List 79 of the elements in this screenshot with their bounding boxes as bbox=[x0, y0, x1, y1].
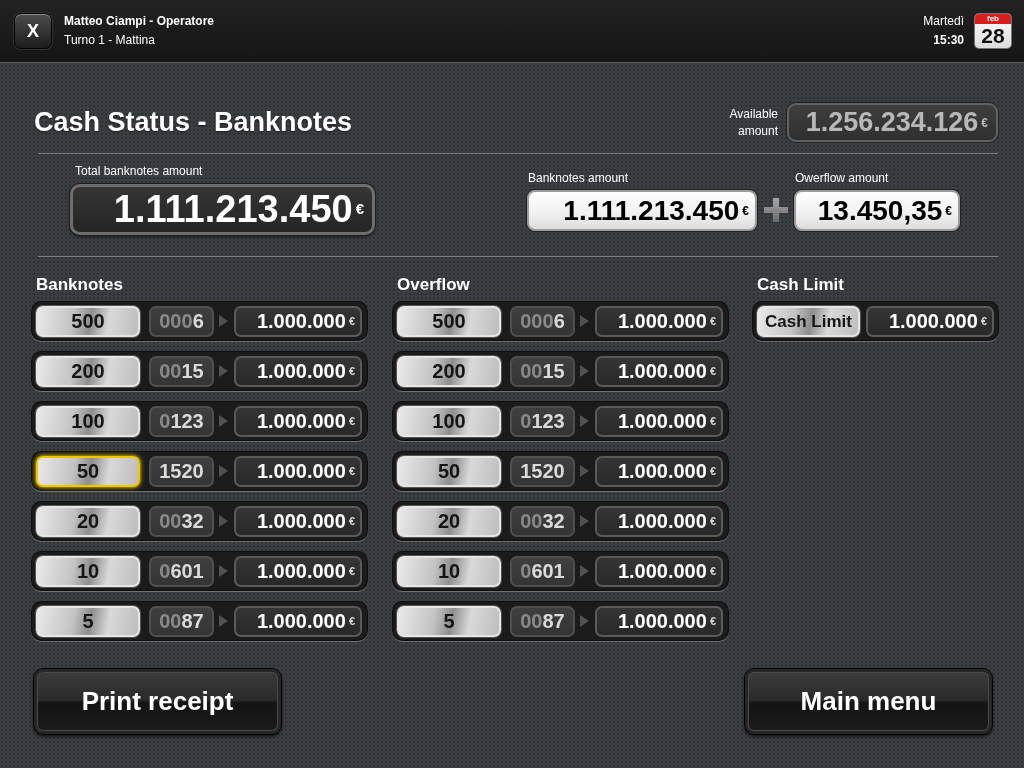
arrow-icon bbox=[580, 565, 589, 577]
denomination-button[interactable]: 10 bbox=[36, 555, 140, 587]
count-readout: 0032 bbox=[510, 505, 575, 537]
arrow-icon bbox=[580, 615, 589, 627]
count-readout: 0032 bbox=[149, 505, 214, 537]
arrow-icon bbox=[580, 315, 589, 327]
denomination-button[interactable]: 100 bbox=[36, 405, 140, 437]
arrow-icon bbox=[580, 365, 589, 377]
section-heading: Banknotes bbox=[36, 275, 124, 295]
plus-icon bbox=[764, 198, 788, 222]
amount-readout: 1.000.000€ bbox=[234, 555, 362, 587]
total-amount-readout: 1.111.213.450€ bbox=[70, 184, 375, 235]
denomination-button[interactable]: 5 bbox=[36, 605, 140, 637]
count-readout: 1520 bbox=[149, 455, 214, 487]
arrow-icon bbox=[219, 515, 228, 527]
denomination-button[interactable]: 50 bbox=[397, 455, 501, 487]
arrow-icon bbox=[219, 615, 228, 627]
amount-readout: 1.000.000€ bbox=[595, 605, 723, 637]
denomination-button[interactable]: 20 bbox=[397, 505, 501, 537]
denomination-button[interactable]: 50 bbox=[36, 455, 140, 487]
denomination-button[interactable]: 20 bbox=[36, 505, 140, 537]
shift-label: Turno 1 - Mattina bbox=[64, 32, 156, 49]
amount-readout: 1.000.000€ bbox=[595, 355, 723, 387]
banknotes-amount-label: Banknotes amount bbox=[528, 171, 630, 185]
count-readout: 0123 bbox=[510, 405, 575, 437]
denomination-button[interactable]: 500 bbox=[36, 305, 140, 337]
count-readout: 0087 bbox=[510, 605, 575, 637]
count-readout: 0601 bbox=[149, 555, 214, 587]
arrow-icon bbox=[580, 465, 589, 477]
arrow-icon bbox=[219, 315, 228, 327]
count-readout: 0015 bbox=[510, 355, 575, 387]
amount-readout: 1.000.000€ bbox=[595, 555, 723, 587]
limit-amount-readout: 1.000.000€ bbox=[866, 305, 994, 337]
operator-name: Matteo Ciampi - Operatore bbox=[64, 13, 215, 30]
denomination-button[interactable]: 200 bbox=[397, 355, 501, 387]
close-button[interactable]: X bbox=[14, 13, 52, 49]
count-readout: 0123 bbox=[149, 405, 214, 437]
available-amount-readout: 1.256.234.126€ bbox=[787, 103, 998, 142]
count-readout: 0006 bbox=[149, 305, 214, 337]
amount-readout: 1.000.000€ bbox=[234, 455, 362, 487]
print-receipt-button[interactable]: Print receipt bbox=[33, 668, 282, 735]
available-amount-label: Available amount bbox=[728, 105, 778, 140]
denomination-button[interactable]: 10 bbox=[397, 555, 501, 587]
amount-readout: 1.000.000€ bbox=[595, 455, 723, 487]
arrow-icon bbox=[580, 415, 589, 427]
count-readout: 0006 bbox=[510, 305, 575, 337]
section-heading: Cash Limit bbox=[757, 275, 845, 295]
total-amount-label: Total banknotes amount bbox=[75, 164, 204, 178]
main-menu-button[interactable]: Main menu bbox=[744, 668, 993, 735]
count-readout: 0015 bbox=[149, 355, 214, 387]
count-readout: 0601 bbox=[510, 555, 575, 587]
cash-limit-button[interactable]: Cash Limit bbox=[757, 305, 860, 337]
section-heading: Overflow bbox=[397, 275, 471, 295]
calendar-date: feb 28 bbox=[975, 14, 1011, 48]
denomination-button[interactable]: 100 bbox=[397, 405, 501, 437]
time-label: 15:30 bbox=[932, 32, 964, 49]
overflow-amount-label: Owerflow amount bbox=[795, 171, 890, 185]
denomination-button[interactable]: 200 bbox=[36, 355, 140, 387]
arrow-icon bbox=[219, 365, 228, 377]
arrow-icon bbox=[219, 465, 228, 477]
amount-readout: 1.000.000€ bbox=[595, 405, 723, 437]
arrow-icon bbox=[219, 565, 228, 577]
amount-readout: 1.000.000€ bbox=[234, 505, 362, 537]
arrow-icon bbox=[219, 415, 228, 427]
amount-readout: 1.000.000€ bbox=[234, 305, 362, 337]
banknotes-amount-readout: 1.111.213.450€ bbox=[527, 190, 757, 231]
weekday-label: Martedì bbox=[923, 13, 964, 30]
denomination-button[interactable]: 5 bbox=[397, 605, 501, 637]
count-readout: 1520 bbox=[510, 455, 575, 487]
overflow-amount-readout: 13.450,35€ bbox=[794, 190, 960, 231]
denomination-button[interactable]: 500 bbox=[397, 305, 501, 337]
amount-readout: 1.000.000€ bbox=[234, 605, 362, 637]
amount-readout: 1.000.000€ bbox=[234, 405, 362, 437]
arrow-icon bbox=[580, 515, 589, 527]
amount-readout: 1.000.000€ bbox=[595, 305, 723, 337]
amount-readout: 1.000.000€ bbox=[595, 505, 723, 537]
amount-readout: 1.000.000€ bbox=[234, 355, 362, 387]
count-readout: 0087 bbox=[149, 605, 214, 637]
page-title: Cash Status - Banknotes bbox=[34, 109, 353, 136]
